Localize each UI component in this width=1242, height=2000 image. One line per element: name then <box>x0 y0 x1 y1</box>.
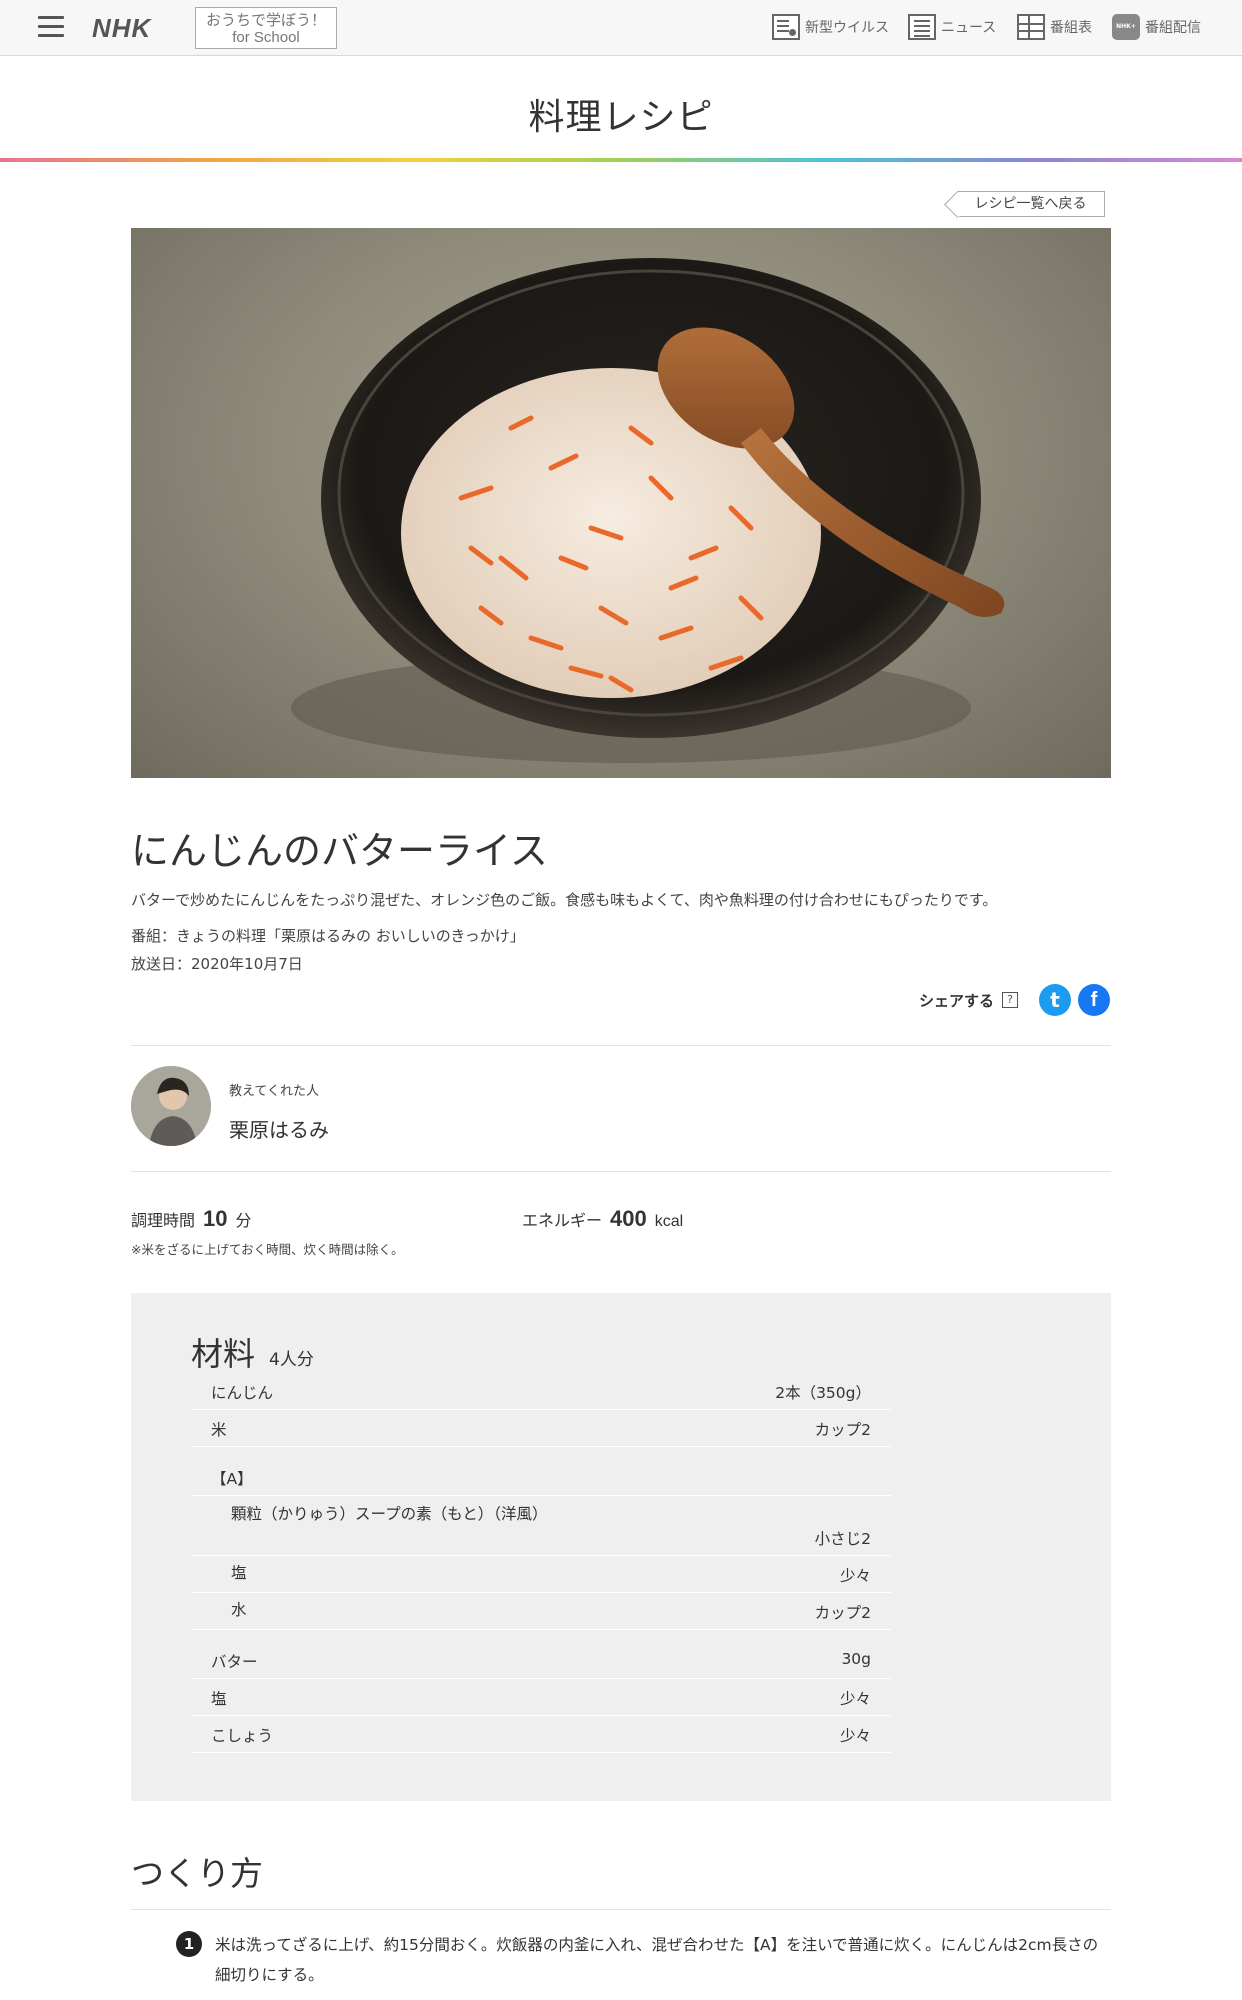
ingredient-amount: 少々 <box>839 1567 871 1585</box>
howto-title: つくり方 <box>131 1854 263 1893</box>
recipe-title: にんじんのバターライス <box>131 829 548 873</box>
nav-streaming-label: 番組配信 <box>1145 20 1201 36</box>
divider <box>131 1909 1111 1910</box>
ingredient-name: にんじん <box>211 1384 274 1402</box>
school-link-line2: for School <box>232 29 300 46</box>
news-icon <box>908 14 936 40</box>
divider <box>131 1171 1111 1172</box>
ingredient-name: 米 <box>211 1421 227 1439</box>
ingredient-amount: 少々 <box>839 1690 871 1708</box>
ingredient-row: こしょう 少々 <box>191 1716 891 1753</box>
ingredient-name: 塩 <box>231 1564 247 1582</box>
ingredient-row: 塩 少々 <box>191 1556 891 1593</box>
ingredient-row: 塩 少々 <box>191 1679 891 1716</box>
streaming-icon: NHK+ <box>1112 14 1140 40</box>
nav-streaming[interactable]: NHK+ 番組配信 <box>1112 14 1201 40</box>
teacher-name[interactable]: 栗原はるみ <box>229 1114 329 1143</box>
ingredients-heading: 材料 4人分 <box>191 1329 314 1375</box>
cook-time-unit: 分 <box>235 1213 252 1230</box>
ingredient-amount: 小さじ2 <box>814 1530 871 1548</box>
ingredient-row: 水 カップ2 <box>191 1593 891 1630</box>
step-text: 米は洗ってざるに上げ、約15分間おく。炊飯器の内釜に入れ、混ぜ合わせた【A】を注… <box>215 1936 1099 1984</box>
teacher-avatar[interactable] <box>131 1066 211 1146</box>
ingredient-amount: 30g <box>841 1650 871 1668</box>
help-icon[interactable]: ? <box>1002 992 1018 1008</box>
ingredient-name: 水 <box>231 1601 247 1619</box>
teacher-photo <box>131 1066 211 1146</box>
divider <box>131 1045 1111 1046</box>
ingredient-name: こしょう <box>211 1727 274 1745</box>
nav-program-guide[interactable]: 番組表 <box>1017 14 1092 40</box>
cook-time: 調理時間 10 分 <box>131 1206 252 1232</box>
recipe-description: バターで炒めたにんじんをたっぷり混ぜた、オレンジ色のご飯。食感も味もよくて、肉や… <box>131 891 998 909</box>
back-button-label: レシピ一覧へ戻る <box>974 196 1087 212</box>
program-info: 番組：きょうの料理「栗原はるみの おいしいのきっかけ」 <box>131 927 525 945</box>
ingredient-amount: 少々 <box>839 1727 871 1745</box>
nav-virus-label: 新型ウイルス <box>805 20 889 36</box>
twitter-icon[interactable]: t <box>1039 984 1071 1016</box>
ingredient-row: にんじん 2本（350g） <box>191 1373 891 1410</box>
nav-news-label: ニュース <box>941 20 997 36</box>
recipe-photo <box>131 228 1111 778</box>
dish-illustration <box>291 258 1005 763</box>
program-guide-icon <box>1017 14 1045 40</box>
share-bar: シェアする ? t f <box>919 984 1110 1016</box>
energy-unit: kcal <box>654 1213 684 1230</box>
energy: エネルギー 400 kcal <box>522 1206 683 1232</box>
cook-time-value: 10 <box>203 1206 228 1231</box>
facebook-icon[interactable]: f <box>1078 984 1110 1016</box>
share-label: シェアする <box>918 991 994 1010</box>
ingredient-amount: 2本（350g） <box>775 1384 871 1402</box>
ingredient-amount: カップ2 <box>814 1604 871 1622</box>
section-title: 料理レシピ <box>528 97 714 138</box>
ingredients-title: 材料 <box>191 1335 256 1373</box>
virus-news-icon <box>772 14 800 40</box>
nav-news[interactable]: ニュース <box>908 14 996 40</box>
time-note: ※米をざるに上げておく時間、炊く時間は除く。 <box>131 1242 404 1257</box>
ingredients-panel: 材料 4人分 にんじん 2本（350g） 米 カップ2 【A】 顆粒（かりゅう）… <box>131 1293 1111 1801</box>
ingredient-amount: カップ2 <box>814 1421 871 1439</box>
energy-label: エネルギー <box>522 1211 603 1230</box>
ingredient-row: バター 30g <box>191 1630 891 1679</box>
ingredient-group-header: 【A】 <box>191 1447 891 1496</box>
school-link-line1: おうちで学ぼう！ <box>205 11 326 29</box>
global-header: NHK おうちで学ぼう！ for School 新型ウイルス ニュース 番組表 … <box>0 0 1242 56</box>
ingredient-name: 顆粒（かりゅう）スープの素（もと）（洋風） <box>231 1505 548 1523</box>
rainbow-divider <box>0 158 1242 162</box>
ingredient-name: バター <box>211 1653 258 1671</box>
servings: 4人分 <box>269 1350 314 1370</box>
ouchi-school-link[interactable]: おうちで学ぼう！ for School <box>195 7 337 49</box>
nav-program-guide-label: 番組表 <box>1050 20 1092 36</box>
ingredient-name: 塩 <box>211 1690 227 1708</box>
broadcast-date: 放送日：2020年10月7日 <box>131 955 303 973</box>
cook-time-label: 調理時間 <box>131 1211 196 1230</box>
ingredient-group-name: 【A】 <box>211 1470 253 1488</box>
step-number: 1 <box>176 1931 202 1957</box>
nav-virus[interactable]: 新型ウイルス <box>772 14 889 40</box>
back-to-recipe-list-button[interactable]: レシピ一覧へ戻る <box>957 191 1105 217</box>
ingredient-row: 米 カップ2 <box>191 1410 891 1447</box>
teacher-label: 教えてくれた人 <box>229 1084 319 1099</box>
energy-value: 400 <box>610 1206 647 1231</box>
ingredient-row: 顆粒（かりゅう）スープの素（もと）（洋風） 小さじ2 <box>191 1496 891 1556</box>
nhk-logo[interactable]: NHK <box>92 13 151 44</box>
menu-icon[interactable] <box>38 16 64 38</box>
